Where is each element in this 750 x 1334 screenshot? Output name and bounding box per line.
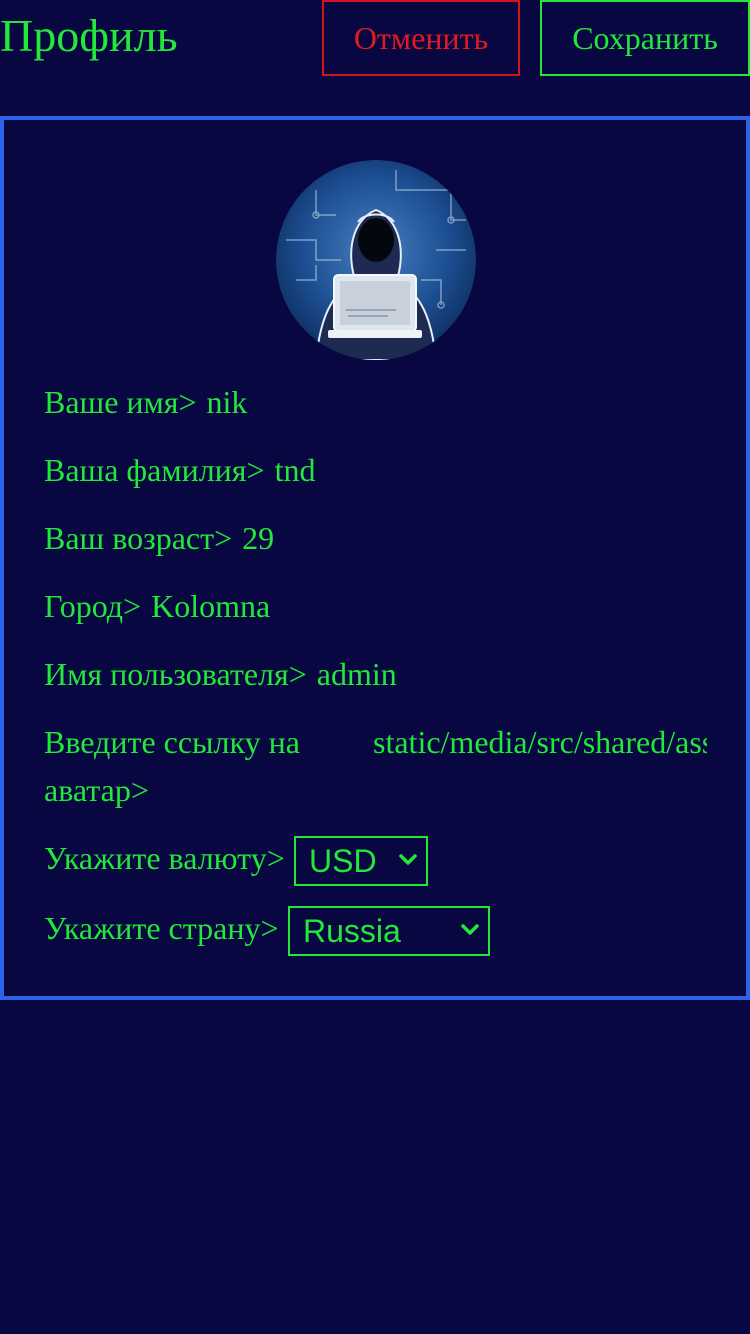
username-row: Имя пользователя> admin <box>44 650 397 698</box>
city-field[interactable]: Kolomna <box>151 588 270 624</box>
chevron-down-icon <box>461 924 479 935</box>
last-name-label: Ваша фамилия> <box>44 452 265 488</box>
username-label: Имя пользователя> <box>44 656 307 692</box>
avatar-link-label: Введите ссылку на аватар> <box>44 724 300 808</box>
avatar <box>276 160 476 360</box>
last-name-row: Ваша фамилия> tnd <box>44 446 315 494</box>
profile-panel: Ваше имя> nik Ваша фамилия> tnd Ваш возрас… <box>0 116 750 1000</box>
country-label: Укажите страну> <box>44 910 279 946</box>
page-title: Профиль <box>0 10 178 61</box>
chevron-down-icon <box>399 854 417 865</box>
last-name-field[interactable]: tnd <box>275 452 316 488</box>
country-select[interactable]: Russia <box>288 906 490 956</box>
city-row: Город> Kolomna <box>44 582 270 630</box>
first-name-field[interactable]: nik <box>207 384 248 420</box>
first-name-row: Ваше имя> nik <box>44 378 247 426</box>
country-selected-value: Russia <box>303 913 401 949</box>
age-label: Ваш возраст> <box>44 520 233 556</box>
username-field[interactable]: admin <box>317 656 397 692</box>
save-button[interactable]: Сохранить <box>540 0 750 76</box>
first-name-label: Ваше имя> <box>44 384 197 420</box>
cancel-button[interactable]: Отменить <box>322 0 520 76</box>
currency-selected-value: USD <box>309 843 377 879</box>
hooded-hacker-avatar-icon <box>276 160 476 360</box>
currency-select[interactable]: USD <box>294 836 428 886</box>
age-row: Ваш возраст> 29 <box>44 514 274 562</box>
currency-label: Укажите валюту> <box>44 840 285 876</box>
avatar-link-field[interactable]: static/media/src/shared/assets/ <box>373 718 707 766</box>
city-label: Город> <box>44 588 142 624</box>
age-field[interactable]: 29 <box>242 520 274 556</box>
